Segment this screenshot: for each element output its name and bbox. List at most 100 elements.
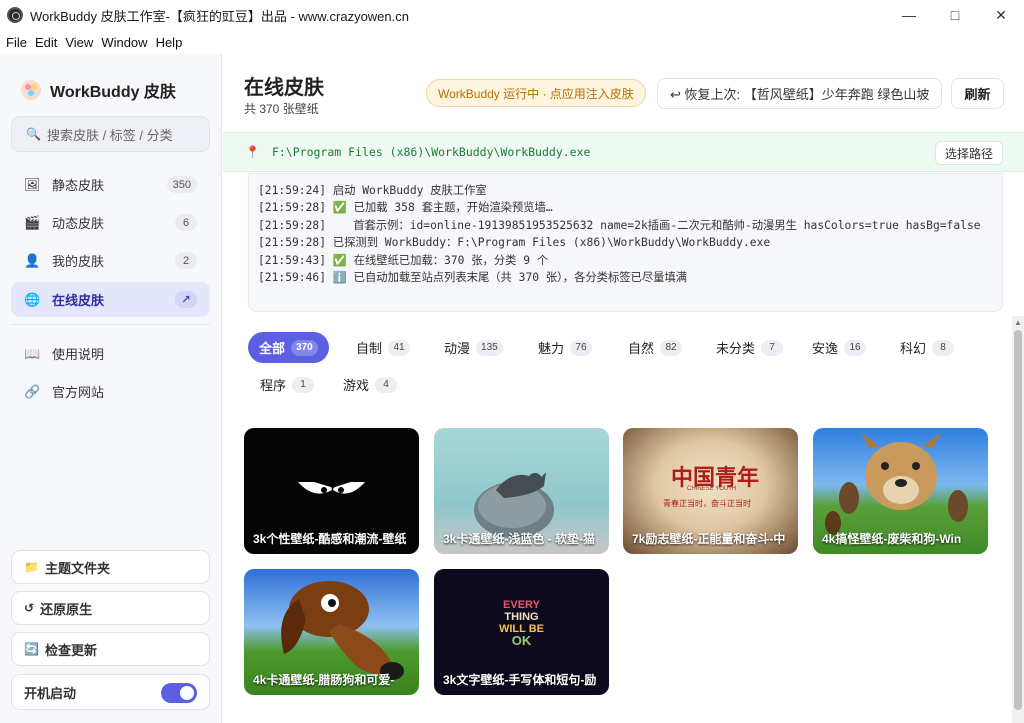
tab-label: 游戏 bbox=[343, 378, 370, 393]
window-title: WorkBuddy 皮肤工作室-【疯狂的豇豆】出品 - www.crazyowe… bbox=[30, 8, 409, 24]
picture-icon: 🖼 bbox=[24, 176, 41, 192]
tab-game[interactable]: 游戏 4 bbox=[332, 369, 408, 400]
check-update-label: 检查更新 bbox=[44, 642, 97, 658]
tab-count: 41 bbox=[388, 339, 411, 356]
scrollbar-thumb[interactable] bbox=[1014, 330, 1022, 710]
menu-help[interactable]: Help bbox=[156, 35, 183, 50]
menu-window[interactable]: Window bbox=[101, 35, 147, 50]
tab-count: 370 bbox=[291, 339, 318, 356]
sidebar-item-guide[interactable]: 📖 使用说明 bbox=[11, 336, 210, 371]
wallpaper-card[interactable]: EVERY THING WILL BE OK 3k文字壁纸-手写体和短句-励 bbox=[434, 569, 609, 695]
tab-anime[interactable]: 动漫 135 bbox=[433, 332, 514, 363]
menu-view[interactable]: View bbox=[65, 35, 93, 50]
wallpaper-caption: 3k卡通壁纸-浅蓝色 - 软垫-猫 bbox=[443, 532, 596, 546]
tab-label: 未分类 bbox=[716, 341, 756, 356]
book-icon: 📖 bbox=[24, 345, 41, 361]
tab-cozy[interactable]: 安逸 16 bbox=[801, 332, 877, 363]
wallpaper-caption: 3k文字壁纸-手写体和短句-励 bbox=[443, 673, 597, 687]
tab-uncategorized[interactable]: 未分类 7 bbox=[705, 332, 794, 363]
search-placeholder: 搜索皮肤 / 标签 / 分类 bbox=[46, 127, 173, 143]
minimize-icon[interactable]: — bbox=[886, 0, 932, 30]
globe-icon: 🌐 bbox=[24, 291, 41, 307]
tab-count: 8 bbox=[932, 339, 955, 356]
wallpaper-card[interactable]: 中国青年 CHINESE YOUTH 青春正当时，奋斗正当时 7k励志壁纸-正能… bbox=[623, 428, 798, 554]
menu-file[interactable]: File bbox=[6, 35, 27, 50]
external-link-badge: ↗ bbox=[175, 291, 197, 308]
wallpaper-caption: 4k卡通壁纸-腊肠狗和可爱- bbox=[253, 673, 395, 687]
sidebar-item-label: 静态皮肤 bbox=[52, 178, 105, 193]
close-icon[interactable]: ✕ bbox=[978, 0, 1024, 30]
search-icon: 🔍 bbox=[26, 127, 41, 141]
tab-label: 全部 bbox=[259, 341, 286, 356]
tab-label: 动漫 bbox=[444, 341, 471, 356]
tab-count: 82 bbox=[660, 339, 683, 356]
count-badge: 6 bbox=[175, 214, 197, 231]
sidebar-item-label: 使用说明 bbox=[52, 347, 105, 362]
log-line: [21:59:43] ✅ 在线壁纸已加载：370 张，分类 9 个 bbox=[258, 253, 549, 267]
wallpaper-card[interactable]: 4k搞怪壁纸-废柴和狗-Win bbox=[813, 428, 988, 554]
wallpaper-caption: 4k搞怪壁纸-废柴和狗-Win bbox=[822, 532, 962, 546]
menu-edit[interactable]: Edit bbox=[35, 35, 57, 50]
sidebar-item-label: 在线皮肤 bbox=[52, 293, 105, 308]
undo-icon: ↺ bbox=[24, 601, 35, 615]
scroll-up-icon[interactable]: ▲ bbox=[1014, 318, 1022, 327]
sidebar-item-label: 动态皮肤 bbox=[52, 216, 105, 231]
tab-program[interactable]: 程序 1 bbox=[249, 369, 325, 400]
sidebar-item-dynamic[interactable]: 🎬 动态皮肤 6 bbox=[11, 205, 210, 240]
palette-icon bbox=[21, 80, 41, 100]
tab-label: 自然 bbox=[628, 341, 655, 356]
autostart-row: 开机启动 bbox=[11, 674, 210, 710]
log-line: [21:59:46] ℹ️ 已自动加载至站点列表末尾（共 370 张），各分类标… bbox=[258, 271, 688, 285]
menu-bar: File Edit View Window Help bbox=[0, 30, 1024, 54]
tab-custom[interactable]: 自制 41 bbox=[345, 332, 421, 363]
check-update-button[interactable]: 🔄 检查更新 bbox=[11, 632, 210, 666]
wallpaper-card[interactable]: 3k个性壁纸-酷感和潮流-壁纸 bbox=[244, 428, 419, 554]
sidebar-item-mine[interactable]: 👤 我的皮肤 2 bbox=[11, 243, 210, 278]
tab-charm[interactable]: 魅力 76 bbox=[527, 332, 603, 363]
tab-all[interactable]: 全部 370 bbox=[248, 332, 329, 363]
tab-label: 科幻 bbox=[900, 341, 927, 356]
wallpaper-card[interactable]: 4k卡通壁纸-腊肠狗和可爱- bbox=[244, 569, 419, 695]
sidebar-item-static[interactable]: 🖼 静态皮肤 350 bbox=[11, 167, 210, 202]
refresh-button[interactable]: 刷新 bbox=[951, 78, 1004, 109]
main-panel: 在线皮肤 共 370 张壁纸 WorkBuddy 运行中 · 点应用注入皮肤 ↩… bbox=[223, 54, 1024, 723]
autostart-toggle[interactable] bbox=[161, 683, 197, 703]
search-input[interactable]: 🔍 搜索皮肤 / 标签 / 分类 bbox=[11, 116, 210, 152]
title-bar: WorkBuddy 皮肤工作室-【疯狂的豇豆】出品 - www.crazyowe… bbox=[0, 0, 1024, 30]
sidebar-item-label: 我的皮肤 bbox=[52, 254, 105, 269]
sidebar-item-online[interactable]: 🌐 在线皮肤 ↗ bbox=[11, 282, 210, 317]
handwritten-line: OK bbox=[511, 633, 532, 648]
tab-count: 1 bbox=[292, 376, 315, 393]
sidebar-item-label: 官方网站 bbox=[52, 385, 105, 400]
restore-native-button[interactable]: ↺ 还原原生 bbox=[11, 591, 210, 625]
log-line: [21:59:24] 启动 WorkBuddy 皮肤工作室 bbox=[258, 184, 487, 197]
handwritten-line: EVERY bbox=[503, 599, 540, 611]
brand-name: WorkBuddy 皮肤 bbox=[50, 84, 176, 101]
path-bar: 📍 F:\Program Files (x86)\WorkBuddy\WorkB… bbox=[223, 132, 1024, 172]
autostart-label: 开机启动 bbox=[24, 685, 77, 701]
sidebar-divider bbox=[11, 324, 210, 325]
log-line: [21:59:28] 首套示例：id=online-19139851953525… bbox=[258, 218, 981, 232]
choose-path-button[interactable]: 选择路径 bbox=[934, 141, 1003, 165]
sidebar-item-website[interactable]: 🔗 官方网站 bbox=[11, 374, 210, 409]
tab-scifi[interactable]: 科幻 8 bbox=[889, 332, 965, 363]
tab-nature[interactable]: 自然 82 bbox=[617, 332, 693, 363]
page-subtitle: 共 370 张壁纸 bbox=[244, 102, 319, 116]
exe-path: F:\Program Files (x86)\WorkBuddy\WorkBud… bbox=[271, 145, 591, 159]
theme-folder-label: 主题文件夹 bbox=[44, 560, 110, 576]
wallpaper-card[interactable]: 3k卡通壁纸-浅蓝色 - 软垫-猫 bbox=[434, 428, 609, 554]
tab-label: 安逸 bbox=[812, 341, 839, 356]
handwritten-text: EVERY THING WILL BE OK bbox=[434, 599, 609, 647]
folder-icon: 📁 bbox=[24, 560, 39, 574]
restore-last-button[interactable]: ↩ 恢复上次: 【哲风壁纸】少年奔跑 绿色山坡 bbox=[657, 78, 942, 109]
tab-label: 魅力 bbox=[538, 341, 565, 356]
tab-count: 16 bbox=[844, 339, 867, 356]
theme-folder-button[interactable]: 📁 主题文件夹 bbox=[11, 550, 210, 584]
scrollbar[interactable]: ▲ bbox=[1012, 316, 1024, 723]
wallpaper-caption: 7k励志壁纸-正能量和奋斗-中 bbox=[632, 532, 786, 546]
maximize-icon[interactable]: □ bbox=[932, 0, 978, 30]
pin-icon: 📍 bbox=[245, 145, 260, 159]
page-title: 在线皮肤 bbox=[244, 77, 324, 99]
wallpaper-caption: 3k个性壁纸-酷感和潮流-壁纸 bbox=[253, 532, 407, 546]
brand: WorkBuddy 皮肤 bbox=[21, 78, 176, 102]
